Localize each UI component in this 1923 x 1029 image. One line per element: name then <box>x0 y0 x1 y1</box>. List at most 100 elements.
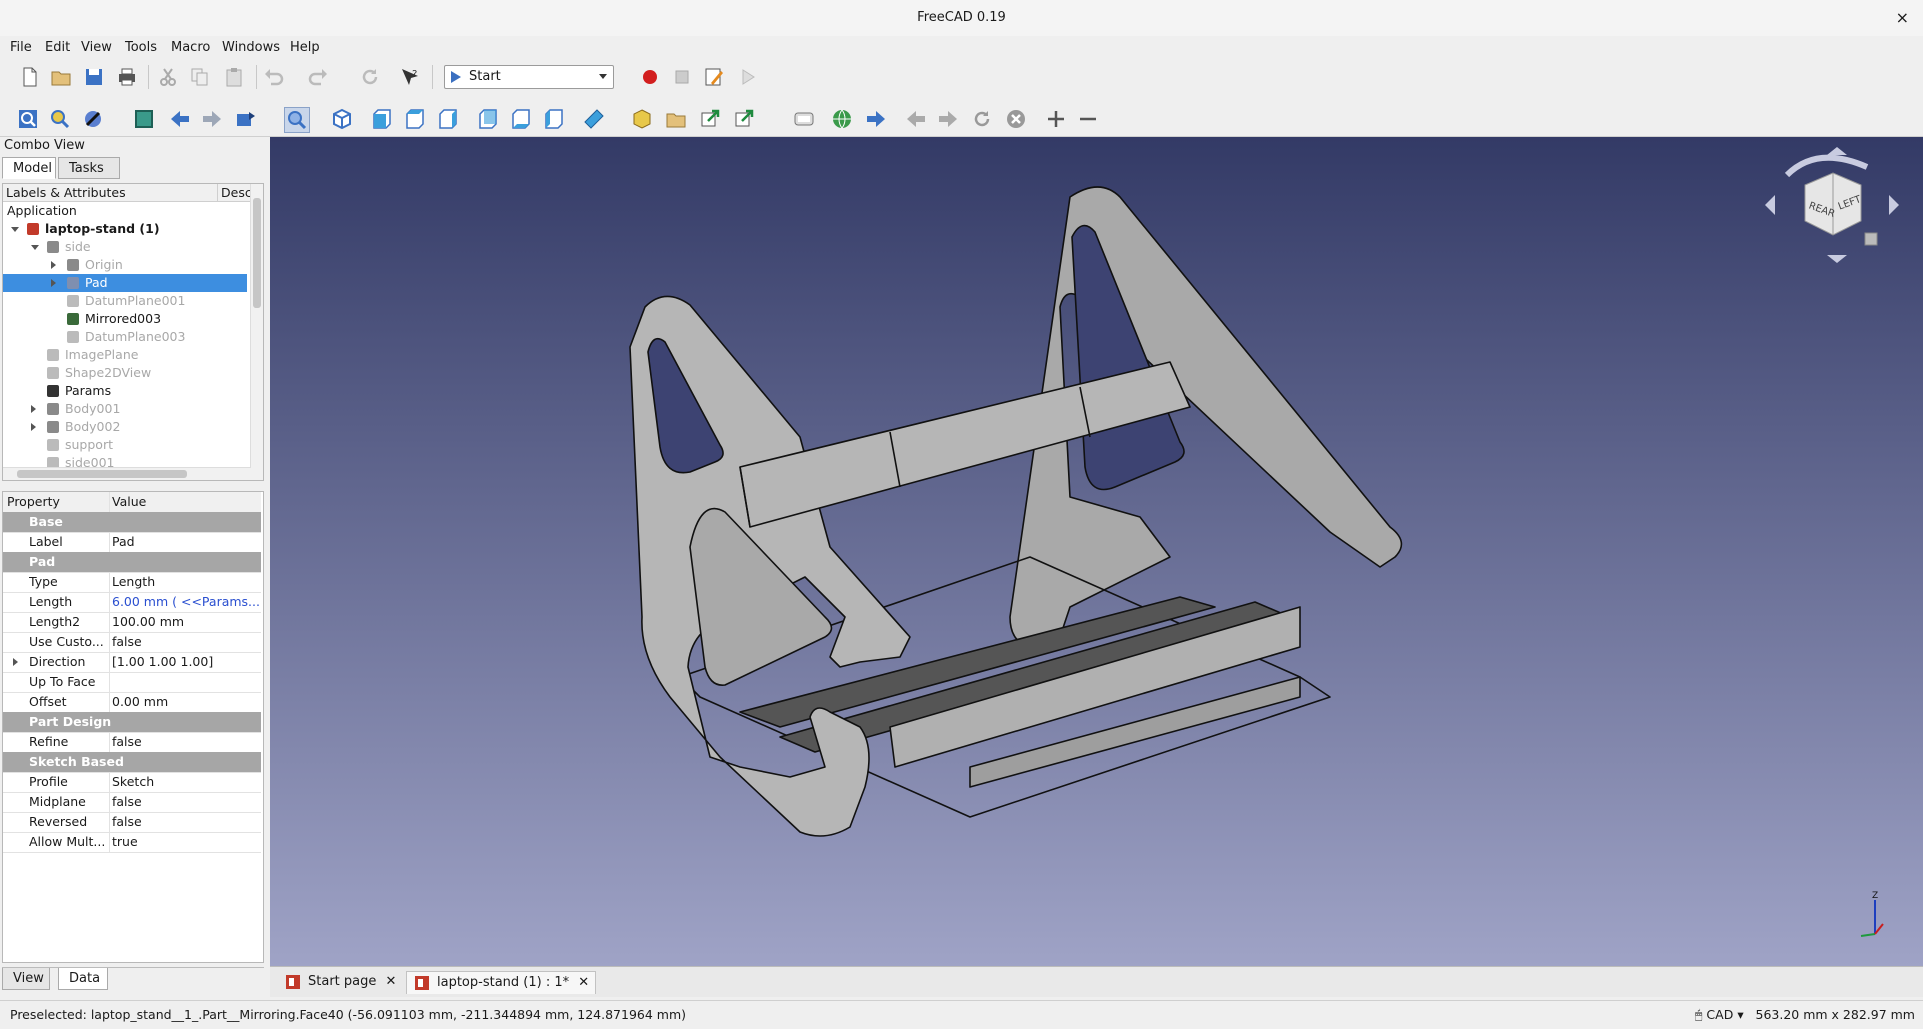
tree-item[interactable]: Origin <box>3 256 247 274</box>
property-row[interactable]: Label Pad <box>3 532 261 553</box>
nav-left-arrow-icon[interactable] <box>1765 195 1775 215</box>
redo-button[interactable] <box>306 65 330 89</box>
create-group-button[interactable] <box>664 107 688 131</box>
web-browser-button[interactable] <box>830 107 854 131</box>
property-value[interactable]: Length <box>109 572 261 592</box>
tree-item[interactable]: side <box>3 238 247 256</box>
close-tab-icon[interactable]: ✕ <box>385 971 396 993</box>
tab-data[interactable]: Data <box>58 968 108 990</box>
doc-tab-start-page[interactable]: Start page ✕ <box>278 971 402 993</box>
view-rear-button[interactable] <box>476 107 500 131</box>
view-left-button[interactable] <box>542 107 566 131</box>
undo-button[interactable] <box>262 65 286 89</box>
property-value[interactable]: Sketch <box>109 772 261 792</box>
property-row[interactable]: Use Custo... false <box>3 632 261 653</box>
chevron-right-icon[interactable] <box>31 423 36 431</box>
chevron-right-icon[interactable] <box>31 405 36 413</box>
chevron-down-icon[interactable] <box>31 245 39 250</box>
view-front-button[interactable] <box>370 107 394 131</box>
navcube-menu-icon[interactable] <box>1864 232 1878 246</box>
tree-item[interactable]: Pad <box>3 274 247 292</box>
nav-rotate-arc-icon[interactable] <box>1784 154 1869 178</box>
property-value[interactable]: [1.00 1.00 1.00] <box>109 652 261 672</box>
back-button[interactable] <box>168 107 192 131</box>
menu-tools[interactable]: Tools <box>125 40 157 55</box>
menu-macro[interactable]: Macro <box>171 40 210 55</box>
scrollbar-thumb[interactable] <box>17 470 187 478</box>
tree-item[interactable]: laptop-stand (1) <box>3 220 247 238</box>
menu-windows[interactable]: Windows <box>222 40 280 55</box>
property-value[interactable]: false <box>109 812 261 832</box>
property-value[interactable]: false <box>109 632 261 652</box>
property-row[interactable]: Allow Mult... true <box>3 832 261 853</box>
property-row[interactable]: Up To Face <box>3 672 261 693</box>
tree-item[interactable]: DatumPlane003 <box>3 328 247 346</box>
menu-file[interactable]: File <box>10 40 32 55</box>
nav-up-arrow-icon[interactable] <box>1827 147 1847 155</box>
scrollbar-thumb[interactable] <box>253 198 261 308</box>
tree-item[interactable]: Mirrored003 <box>3 310 247 328</box>
tree-item[interactable]: Shape2DView <box>3 364 247 382</box>
property-row[interactable]: Direction [1.00 1.00 1.00] <box>3 652 261 673</box>
tree-header-desc[interactable]: Desc <box>217 184 252 202</box>
save-button[interactable] <box>82 65 106 89</box>
property-value[interactable]: false <box>109 792 261 812</box>
navigation-cube[interactable]: REAR LEFT <box>1757 147 1907 267</box>
macro-stop-button[interactable] <box>670 65 694 89</box>
tree-item[interactable]: support <box>3 436 247 454</box>
standard-views-button[interactable] <box>284 107 310 133</box>
nav-down-arrow-icon[interactable] <box>1827 255 1847 263</box>
property-value[interactable]: true <box>109 832 261 852</box>
bounding-box-button[interactable] <box>132 107 156 131</box>
menu-view[interactable]: View <box>81 40 112 55</box>
property-row[interactable]: Length 6.00 mm ( <<Params... <box>3 592 261 613</box>
property-value[interactable]: 0.00 mm <box>109 692 261 712</box>
forward-button[interactable] <box>200 107 224 131</box>
web-stop-button[interactable] <box>1004 107 1028 131</box>
tree-item[interactable]: Body002 <box>3 418 247 436</box>
view-bottom-button[interactable] <box>509 107 533 131</box>
tree-vertical-scrollbar[interactable] <box>250 184 263 480</box>
property-row[interactable]: Profile Sketch <box>3 772 261 793</box>
web-back-button[interactable] <box>904 107 928 131</box>
chevron-right-icon[interactable] <box>51 279 56 287</box>
open-document-button[interactable] <box>49 65 73 89</box>
property-row[interactable]: Midplane false <box>3 792 261 813</box>
tree-item[interactable]: ImagePlane <box>3 346 247 364</box>
property-row[interactable]: Length2 100.00 mm <box>3 612 261 633</box>
create-part-button[interactable] <box>630 107 654 131</box>
property-value[interactable] <box>109 672 261 692</box>
close-window-button[interactable]: × <box>1896 8 1909 27</box>
view-right-button[interactable] <box>436 107 460 131</box>
view-top-button[interactable] <box>403 107 427 131</box>
whats-this-button[interactable]: ? <box>398 65 422 89</box>
web-refresh-button[interactable] <box>970 107 994 131</box>
view-isometric-button[interactable] <box>330 107 354 131</box>
create-link-button[interactable] <box>698 107 722 131</box>
property-row[interactable]: Refine false <box>3 732 261 753</box>
chevron-right-icon[interactable] <box>51 261 56 269</box>
macro-record-button[interactable] <box>638 65 662 89</box>
tree-header-labels[interactable]: Labels & Attributes <box>3 184 217 202</box>
property-row[interactable]: Type Length <box>3 572 261 593</box>
refresh-button[interactable] <box>358 65 382 89</box>
workbench-selector[interactable]: Start <box>444 65 614 89</box>
sync-view-button[interactable] <box>234 107 258 131</box>
nav-right-arrow-icon[interactable] <box>1889 195 1899 215</box>
paste-button[interactable] <box>222 65 246 89</box>
fit-selection-button[interactable] <box>48 107 72 131</box>
cut-button[interactable] <box>156 65 180 89</box>
new-document-button[interactable] <box>18 65 42 89</box>
menu-edit[interactable]: Edit <box>45 40 70 55</box>
doc-tab-laptop-stand[interactable]: laptop-stand (1) : 1* ✕ <box>406 971 597 994</box>
property-row[interactable]: Offset 0.00 mm <box>3 692 261 713</box>
measure-distance-button[interactable] <box>582 107 606 131</box>
web-next-button[interactable] <box>864 107 888 131</box>
property-value[interactable]: false <box>109 732 261 752</box>
navigation-style-selector[interactable]: CAD <box>1706 1007 1733 1022</box>
tree-item[interactable]: Body001 <box>3 400 247 418</box>
tree-item[interactable]: Params <box>3 382 247 400</box>
link-actions-button[interactable] <box>732 107 756 131</box>
zoom-in-button[interactable] <box>1044 107 1068 131</box>
print-button[interactable] <box>115 65 139 89</box>
